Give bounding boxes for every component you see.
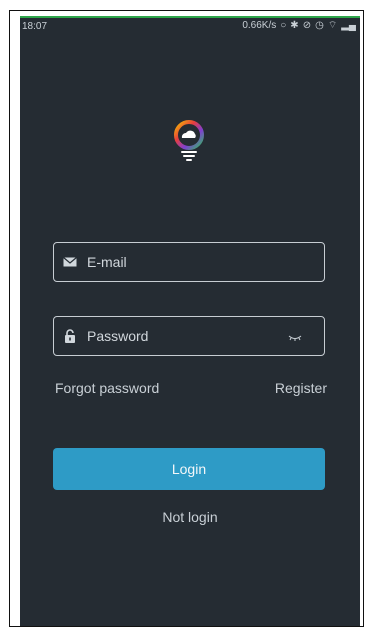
wifi-icon: ⌔	[327, 20, 338, 31]
status-time: 18:07	[22, 21, 48, 32]
login-button[interactable]: Login	[53, 448, 325, 490]
bulb-logo-icon	[174, 120, 204, 161]
password-field[interactable]: Password	[53, 316, 325, 356]
alarm-icon: ◷	[315, 20, 324, 31]
email-field[interactable]: E-mail	[53, 242, 325, 282]
auth-links: Forgot password Register	[55, 380, 327, 400]
login-button-label: Login	[171, 461, 207, 477]
app-screen: 18:07 0.66K/s ○ ✱ ⊘ ◷ ⌔ ▂▄ E-mail Passwo…	[20, 16, 360, 626]
lock-icon	[65, 329, 75, 343]
bluetooth-icon: ✱	[290, 20, 299, 31]
hidden-eye-icon[interactable]	[288, 332, 302, 342]
sync-icon: ○	[280, 20, 287, 31]
signal-icon: ▂▄	[341, 20, 356, 31]
envelope-icon	[63, 257, 77, 267]
network-speed: 0.66K/s	[242, 20, 277, 31]
email-placeholder: E-mail	[87, 254, 127, 270]
mute-icon: ⊘	[302, 20, 312, 31]
password-placeholder: Password	[87, 328, 149, 344]
register-link[interactable]: Register	[275, 380, 327, 396]
screenshot-frame: 18:07 0.66K/s ○ ✱ ⊘ ◷ ⌔ ▂▄ E-mail Passwo…	[0, 0, 366, 628]
not-login-link[interactable]: Not login	[20, 509, 360, 525]
status-bar: 18:07 0.66K/s ○ ✱ ⊘ ◷ ⌔ ▂▄	[20, 18, 360, 36]
status-icons: 0.66K/s ○ ✱ ⊘ ◷ ⌔ ▂▄	[242, 21, 356, 31]
forgot-password-link[interactable]: Forgot password	[55, 380, 159, 396]
